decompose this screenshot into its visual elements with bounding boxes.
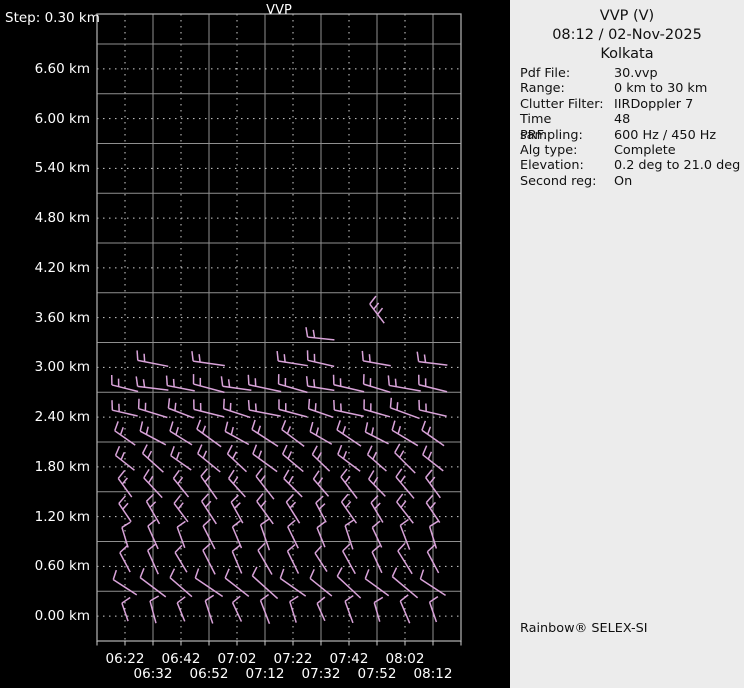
- plot-title: VVP: [266, 3, 292, 18]
- x-axis-label: 07:52: [357, 666, 397, 682]
- info-field-row: Elevation: 0.2 deg to 21.0 deg: [520, 158, 740, 173]
- wind-barb: [387, 375, 421, 392]
- info-field-row: Second reg: On: [520, 174, 740, 189]
- wind-barb: [173, 495, 189, 523]
- info-field-row: Clutter Filter: IIRDoppler 7: [520, 97, 740, 112]
- wind-barb: [277, 374, 308, 394]
- panel-title: VVP (V): [599, 8, 655, 24]
- y-axis-label: 4.80 km: [34, 210, 90, 227]
- info-field-label: Pdf File:: [520, 66, 571, 81]
- info-field-row: Alg type: Complete: [520, 143, 740, 158]
- y-axis-label: 6.00 km: [34, 110, 90, 127]
- panel-datetime: 08:12 / 02-Nov-2025: [552, 27, 702, 43]
- panel-site: Kolkata: [600, 46, 654, 62]
- wind-barb: [389, 397, 420, 420]
- wind-barb: [110, 374, 139, 393]
- wind-barb: [305, 376, 335, 392]
- x-axis-label: 06:32: [133, 666, 173, 682]
- x-axis-label: 07:02: [217, 651, 257, 667]
- info-field-label: Time sampling:: [520, 112, 583, 143]
- x-axis-label: 06:42: [161, 651, 201, 667]
- y-axis-label: 3.00 km: [34, 359, 90, 376]
- brand-label: Rainbow® SELEX-SI: [520, 621, 648, 636]
- wind-barb: [149, 595, 160, 624]
- wind-barb: [228, 469, 246, 498]
- y-axis-label: 1.80 km: [34, 458, 90, 475]
- y-axis-label: 2.40 km: [34, 409, 90, 426]
- y-axis-label: 0.60 km: [34, 558, 90, 575]
- x-axis-label: 08:12: [413, 666, 453, 682]
- y-axis-label: 3.60 km: [34, 309, 90, 326]
- info-field-row: Pdf File: 30.vvp: [520, 66, 740, 81]
- x-axis-label: 06:52: [189, 666, 229, 682]
- wind-barb: [118, 495, 132, 523]
- info-field-value: 30.vvp: [614, 66, 658, 81]
- wind-barb: [220, 376, 252, 391]
- wind-barb: [416, 351, 448, 366]
- info-field-value: 600 Hz / 450 Hz: [614, 127, 717, 143]
- wind-barb: [172, 469, 190, 498]
- x-axis-label: 07:32: [301, 666, 341, 682]
- wind-barb: [305, 327, 335, 341]
- wind-barb: [135, 376, 169, 391]
- wind-barb: [428, 520, 439, 549]
- y-axis-label: 5.40 km: [34, 160, 90, 177]
- info-field-value: On: [614, 173, 633, 189]
- x-axis-label: 07:22: [273, 651, 313, 667]
- wind-barb: [333, 399, 364, 417]
- info-field-value: 48: [614, 112, 631, 128]
- step-label: Step: 0.30 km: [5, 10, 100, 26]
- x-axis-label: 06:22: [105, 651, 145, 667]
- wind-barb: [111, 400, 138, 417]
- info-field-value: 0 km to 30 km: [614, 81, 708, 97]
- wind-barb: [121, 596, 131, 622]
- info-field-row: PRF: 600 Hz / 450 Hz: [520, 128, 740, 143]
- info-field-row: Time sampling: 48: [520, 112, 740, 143]
- info-field-value: 0.2 deg to 21.0 deg: [614, 158, 741, 174]
- wind-barb: [373, 596, 384, 622]
- y-axis-label: 0.00 km: [34, 608, 90, 625]
- info-field-row: Range: 0 km to 30 km: [520, 81, 740, 96]
- panel-field-list: Pdf File: 30.vvp Range: 0 km to 30 km Clutte…: [520, 66, 740, 189]
- wind-barb: [289, 595, 299, 623]
- info-field-label: Second reg:: [520, 173, 597, 189]
- y-axis-label: 4.20 km: [34, 259, 90, 276]
- wind-barb: [165, 375, 195, 392]
- vvp-time-height-plot: [96, 13, 462, 646]
- info-field-label: Alg type:: [520, 142, 578, 158]
- x-axis-label: 07:12: [245, 666, 285, 682]
- wind-barb: [278, 399, 308, 418]
- y-axis-label: 6.60 km: [34, 60, 90, 77]
- x-axis-label: 07:42: [329, 651, 369, 667]
- wind-barb: [222, 398, 251, 419]
- info-field-label: Clutter Filter:: [520, 96, 604, 112]
- wind-barb: [428, 595, 439, 623]
- wind-barb: [191, 351, 225, 367]
- wind-barb: [276, 350, 308, 367]
- wind-barb: [117, 470, 133, 498]
- info-panel: VVP (V) 08:12 / 02-Nov-2025 Kolkata Pdf …: [510, 0, 744, 688]
- info-field-label: PRF:: [520, 127, 548, 143]
- vvp-application-window: Step: 0.30 km VVP 6.60 km 6.00 km 5.40 km 4…: [0, 0, 744, 688]
- info-field-value: IIRDoppler 7: [614, 96, 694, 112]
- y-axis-label: 1.20 km: [34, 508, 90, 525]
- wind-barb: [121, 521, 131, 548]
- info-field-label: Elevation:: [520, 158, 584, 174]
- info-field-label: Range:: [520, 81, 565, 97]
- wind-barb: [332, 374, 365, 393]
- wind-barb: [167, 398, 194, 419]
- wind-barb: [399, 518, 411, 550]
- x-axis-label: 08:02: [385, 651, 425, 667]
- wind-barb: [119, 545, 131, 573]
- info-field-value: Complete: [614, 142, 676, 158]
